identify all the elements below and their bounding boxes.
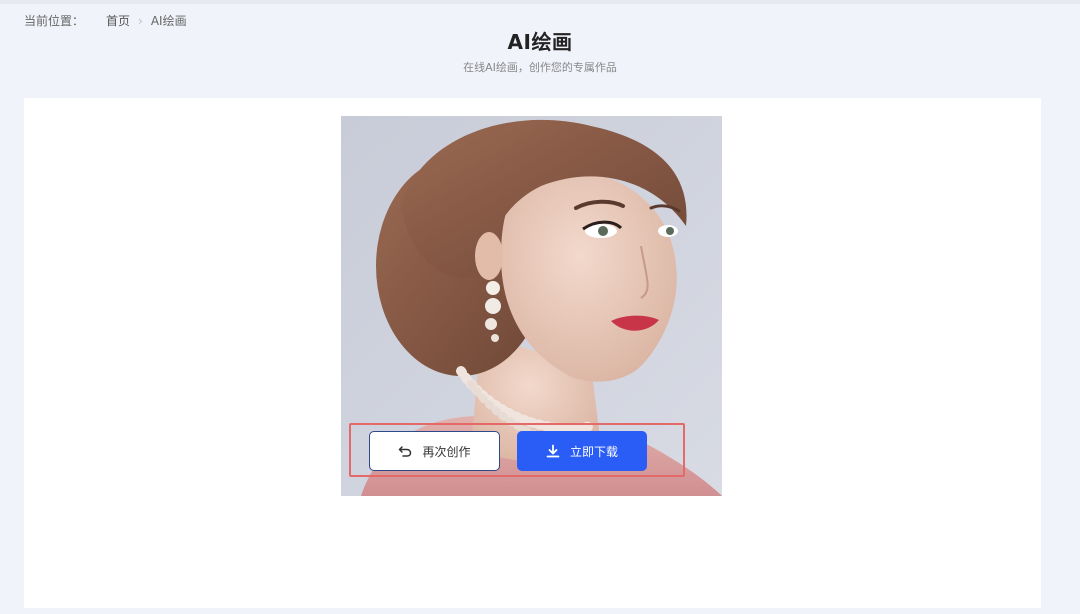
page: 当前位置： 首页 › AI绘画 AI绘画 在线AI绘画，创作您的专属作品 再次创… (0, 0, 1080, 614)
page-title: AI绘画 (507, 30, 573, 54)
result-panel (24, 98, 1041, 608)
page-subtitle: 在线AI绘画，创作您的专属作品 (463, 61, 617, 74)
title-block: AI绘画 在线AI绘画，创作您的专属作品 (0, 26, 1080, 75)
undo-icon (398, 444, 412, 458)
download-icon (546, 444, 560, 458)
download-button-label: 立即下载 (569, 444, 618, 459)
download-button[interactable]: 立即下载 (517, 431, 647, 471)
recreate-button-label: 再次创作 (422, 444, 471, 459)
top-strip (0, 0, 1080, 4)
recreate-button[interactable]: 再次创作 (369, 431, 500, 471)
